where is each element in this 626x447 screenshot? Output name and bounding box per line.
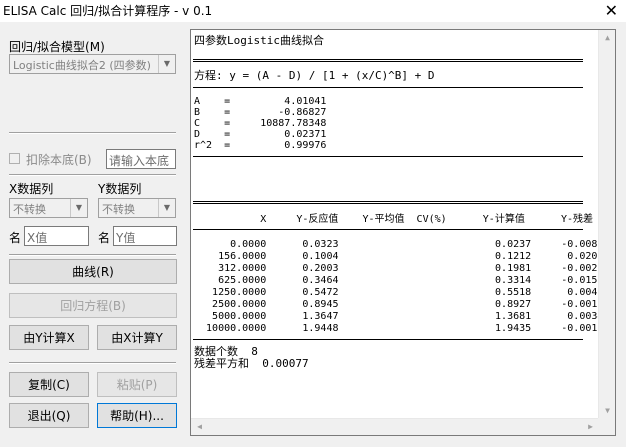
equation-line: 方程: y = (A - D) / [1 + (x/C)^B] + D [194, 69, 435, 82]
scroll-down-icon[interactable]: ▼ [599, 406, 615, 415]
scroll-left-icon[interactable]: ◀ [191, 422, 208, 431]
param-line: C = 10887.78348 [194, 118, 327, 129]
y-transform-value: 不转换 [102, 203, 135, 216]
param-line: D = 0.02371 [194, 129, 327, 140]
deduct-background-checkbox[interactable] [9, 153, 20, 164]
rule [193, 156, 583, 157]
table-row: 10000.0000 1.9448 1.9435 -0.0013 [194, 323, 604, 334]
x-transform-select[interactable]: 不转换 ▼ [9, 198, 88, 218]
calc-y-from-x-button[interactable]: 由X计算Y [97, 325, 177, 350]
y-name-input[interactable]: Y值 [113, 226, 177, 246]
divider [9, 254, 176, 256]
scrollbar-corner [598, 418, 615, 435]
count-line: 数据个数 8 [194, 345, 258, 358]
rule [193, 229, 583, 230]
scroll-up-icon[interactable]: ▲ [599, 33, 615, 42]
model-label: 回归/拟合模型(M) [9, 40, 105, 54]
help-button[interactable]: 帮助(H)... [97, 403, 177, 428]
param-line: r^2 = 0.99976 [194, 140, 327, 151]
param-line: A = 4.01041 [194, 96, 327, 107]
table-row: 625.0000 0.3464 0.3314 -0.0150 [194, 275, 604, 286]
table-row: 5000.0000 1.3647 1.3681 0.0034 [194, 311, 604, 322]
y-column-label: Y数据列 [98, 182, 142, 196]
x-transform-value: 不转换 [13, 203, 46, 216]
close-icon[interactable]: ✕ [605, 0, 618, 22]
double-rule [193, 201, 583, 204]
table-row: 1250.0000 0.5472 0.5518 0.0046 [194, 287, 604, 298]
calc-x-from-y-button[interactable]: 由Y计算X [9, 325, 89, 350]
x-name-label: 名 [9, 231, 22, 245]
table-row: 2500.0000 0.8945 0.8927 -0.0018 [194, 299, 604, 310]
copy-button[interactable]: 复制(C) [9, 372, 89, 397]
result-heading: 四参数Logistic曲线拟合 [194, 34, 324, 47]
table-row: 156.0000 0.1004 0.1212 0.0208 [194, 251, 604, 262]
model-select-value: Logistic曲线拟合2 (四参数) [13, 59, 151, 72]
x-column-label: X数据列 [9, 182, 54, 196]
deduct-background-label: 扣除本底(B) [26, 153, 92, 167]
curve-button[interactable]: 曲线(R) [9, 259, 177, 284]
chevron-down-icon: ▼ [70, 199, 87, 217]
model-select[interactable]: Logistic曲线拟合2 (四参数) ▼ [9, 54, 176, 74]
exit-button[interactable]: 退出(Q) [9, 403, 89, 428]
chevron-down-icon: ▼ [158, 55, 175, 73]
window-title: ELISA Calc 回归/拟合计算程序 - v 0.1 [3, 4, 213, 18]
table-header: X Y-反应值 Y-平均值 CV(%) Y-计算值 Y-残差 [194, 214, 593, 225]
chevron-down-icon: ▼ [158, 199, 175, 217]
ssr-line: 残差平方和 0.00077 [194, 357, 309, 370]
scroll-right-icon[interactable]: ▶ [582, 422, 599, 431]
results-text-area[interactable]: 四参数Logistic曲线拟合 方程: y = (A - D) / [1 + (… [190, 29, 616, 436]
x-name-input[interactable]: X值 [24, 226, 89, 246]
y-transform-select[interactable]: 不转换 ▼ [98, 198, 176, 218]
table-row: 312.0000 0.2003 0.1981 -0.0022 [194, 263, 604, 274]
vertical-scrollbar[interactable]: ▲ ▼ [598, 30, 615, 418]
regression-equation-button[interactable]: 回归方程(B) [9, 293, 177, 318]
title-bar: ELISA Calc 回归/拟合计算程序 - v 0.1 ✕ [0, 0, 626, 22]
paste-button[interactable]: 粘贴(P) [97, 372, 177, 397]
table-row: 0.0000 0.0323 0.0237 -0.0086 [194, 239, 604, 250]
param-line: B = -0.86827 [194, 107, 327, 118]
control-panel: 回归/拟合模型(M) Logistic曲线拟合2 (四参数) ▼ 扣除本底(B)… [0, 22, 190, 447]
y-name-label: 名 [98, 231, 111, 245]
horizontal-scrollbar[interactable]: ◀ ▶ [191, 418, 599, 435]
double-rule [193, 59, 583, 62]
divider [9, 174, 176, 176]
background-input[interactable]: 请输入本底 [106, 149, 176, 169]
divider [9, 362, 176, 364]
rule [193, 87, 583, 88]
divider [9, 132, 176, 134]
rule [193, 339, 583, 340]
